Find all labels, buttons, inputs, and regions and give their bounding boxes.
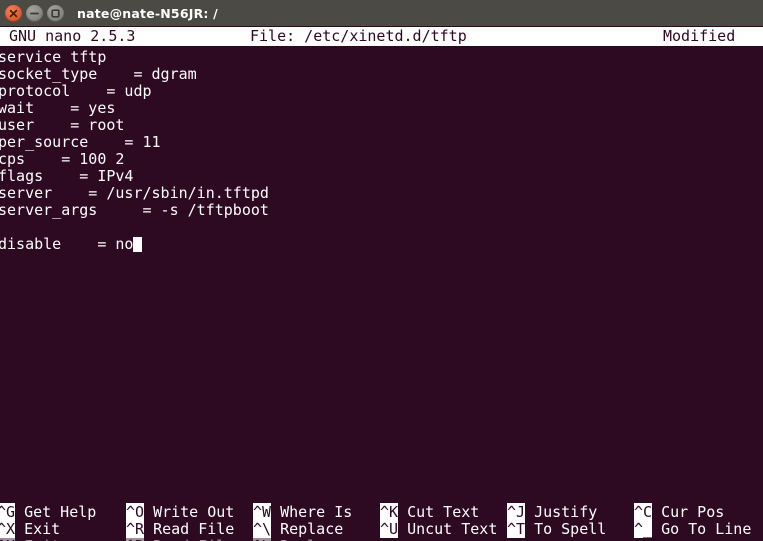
shortcut-uncut-text[interactable]: ^U Uncut Text: [380, 520, 498, 538]
shortcut-replace[interactable]: ^\Replace: [253, 520, 344, 538]
shortcut-to-spell[interactable]: ^T To Spell: [507, 520, 607, 538]
editor-line: service tftp: [0, 49, 107, 66]
shortcut-key: ^T: [507, 520, 526, 538]
editor-line: protocol = udp: [0, 82, 152, 100]
editor-text-area[interactable]: service tftp socket_type = dgram protocol …: [0, 49, 763, 501]
shortcut-key: ^X: [0, 520, 16, 538]
shortcut-label: Read File: [144, 537, 234, 541]
shortcut-exit[interactable]: ^XExit: [0, 520, 61, 538]
shortcut-read-file[interactable]: ^RRead File: [126, 520, 235, 538]
shortcut-key: ^\: [253, 537, 272, 541]
nano-shortcut-bar: ^G Get Help ^O Write Out ^W Where Is ^K Cut Tex…: [0, 501, 763, 541]
nano-header-bar: GNU nano 2.5.3 File: /etc/xinetd.d/tftp …: [0, 27, 763, 46]
terminal-window: nate@nate-N56JR: / GNU nano 2.5.3 File: …: [0, 0, 763, 541]
shortcut-row-2: ^X Exit ^R Read File ^\ Replace ^U Uncut Text ^T…: [0, 520, 763, 538]
maximize-icon[interactable]: [47, 4, 64, 22]
editor-line: per_source = 11: [0, 133, 161, 151]
shortcut-label: Write Out: [153, 503, 235, 521]
editor-line: wait = yes: [0, 99, 116, 117]
shortcut-key: ^O: [126, 503, 145, 521]
shortcut-key: ^K: [380, 503, 399, 521]
shortcut-write-out[interactable]: ^O Write Out: [126, 503, 235, 521]
nano-version-label: GNU nano 2.5.3: [9, 27, 136, 45]
shortcut-label: Read File: [153, 520, 235, 538]
editor-line: disable = no: [0, 236, 763, 253]
editor-line: flags = IPv4: [0, 167, 134, 185]
shortcut-label: Uncut Text: [407, 520, 498, 538]
window-titlebar: nate@nate-N56JR: /: [0, 0, 763, 26]
shortcut-label: Exit: [15, 537, 60, 541]
shortcut-key: ^_: [634, 520, 653, 538]
shortcut-label: Exit: [24, 520, 61, 538]
editor-line: server = /usr/sbin/in.tftpd: [0, 184, 269, 202]
editor-line: server_args = -s /tftpboot: [0, 201, 269, 219]
text-cursor: [133, 237, 143, 252]
shortcut-row-1: ^G Get Help ^O Write Out ^W Where Is ^K Cut Tex…: [0, 503, 763, 521]
shortcut-label: Replace: [271, 537, 343, 541]
shortcut-key: ^R: [126, 537, 145, 541]
shortcut-label: Cur Pos: [661, 503, 725, 521]
shortcut-get-help[interactable]: ^G Get Help: [0, 503, 97, 521]
shortcut-key: ^C: [634, 503, 653, 521]
shortcut-label: Get Help: [24, 503, 97, 521]
shortcut-label: Cut Text: [407, 503, 480, 521]
shortcut-key: ^W: [253, 503, 272, 521]
editor-line: cps = 100 2: [0, 150, 125, 168]
shortcut-label: Justify: [534, 503, 598, 521]
shortcut-key: ^J: [507, 503, 526, 521]
editor-line: socket_type = dgram: [0, 65, 197, 83]
nano-modified-badge: Modified: [663, 27, 736, 45]
shortcut-justify[interactable]: ^J Justify: [507, 503, 598, 521]
window-controls: [5, 4, 64, 22]
shortcut-key: ^\: [253, 520, 272, 538]
shortcut-label: Replace: [280, 520, 344, 538]
shortcut-label: To Spell: [534, 520, 607, 538]
shortcut-cur-pos[interactable]: ^C Cur Pos: [634, 503, 725, 521]
shortcut-go-to-line[interactable]: ^_ Go To Line: [634, 520, 752, 538]
shortcut-label: Go To Line: [661, 520, 752, 538]
shortcut-key: ^R: [126, 520, 145, 538]
window-title: nate@nate-N56JR: /: [77, 5, 218, 21]
shortcut-key: ^U: [380, 520, 399, 538]
editor-line: user = root: [0, 116, 125, 134]
shortcut-key: ^G: [0, 503, 16, 521]
minimize-icon[interactable]: [26, 4, 43, 22]
shortcut-label: Where Is: [280, 503, 353, 521]
nano-filename-label: File: /etc/xinetd.d/tftp: [250, 27, 467, 45]
shortcut-cut-text[interactable]: ^K Cut Text: [380, 503, 480, 521]
shortcut-where-is[interactable]: ^W Where Is: [253, 503, 353, 521]
shortcut-key: ^X: [0, 537, 16, 541]
close-icon[interactable]: [5, 4, 22, 22]
